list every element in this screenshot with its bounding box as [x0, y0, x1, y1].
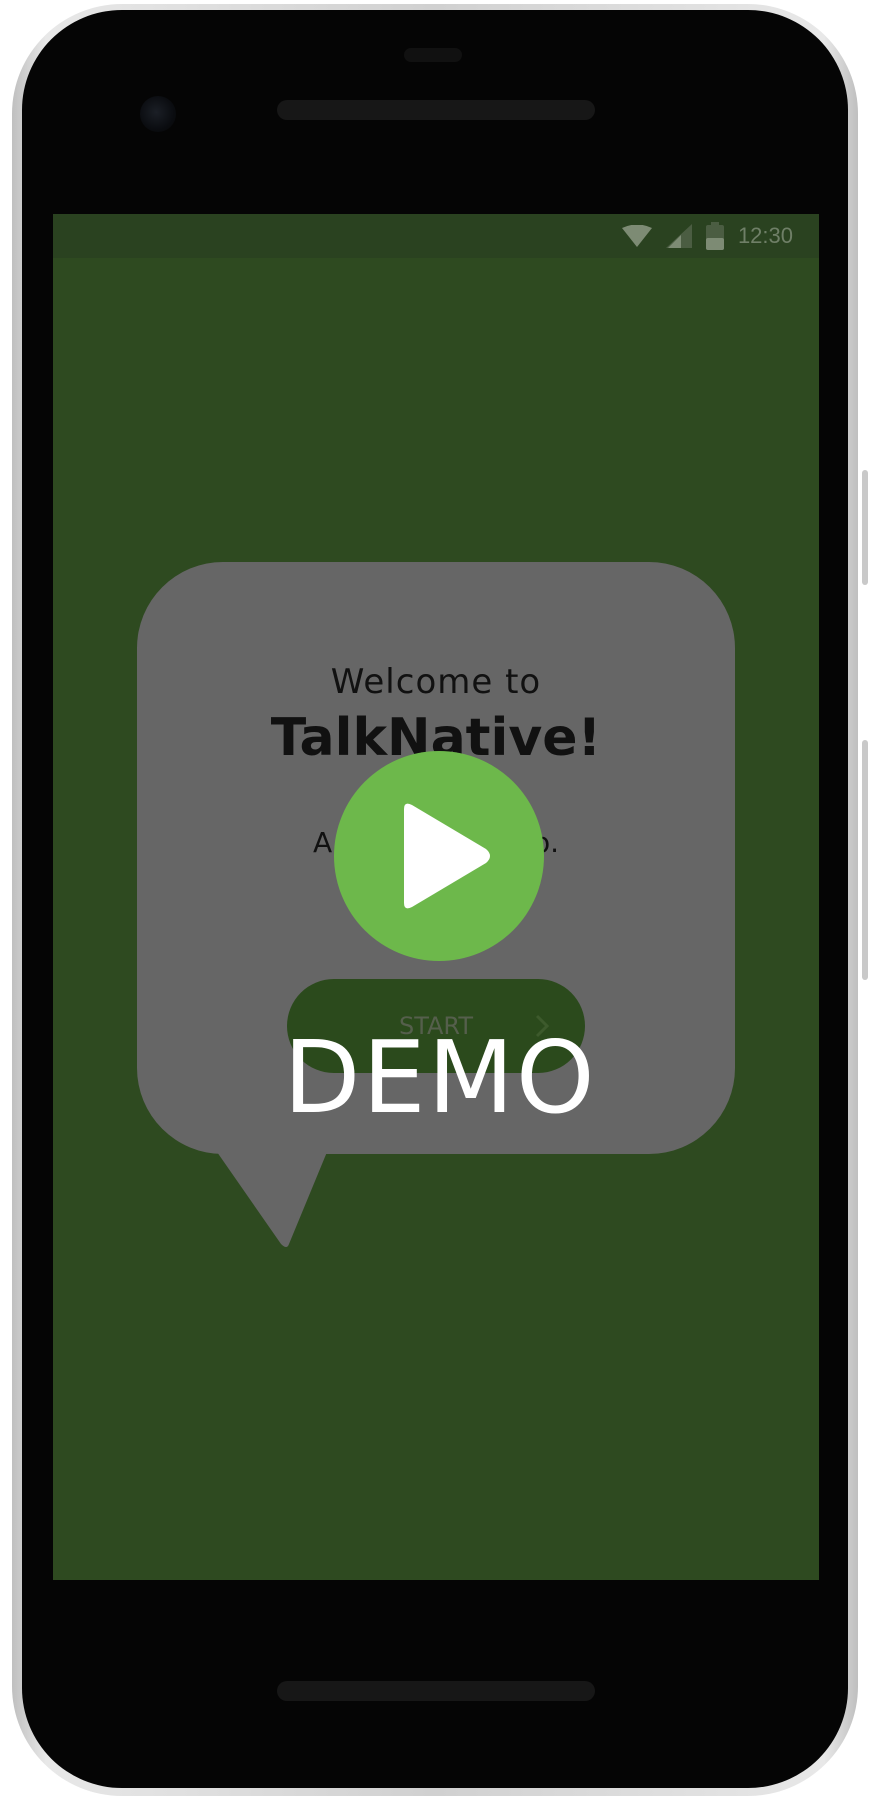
bubble-tail — [217, 1152, 327, 1247]
demo-label: DEMO — [283, 1019, 597, 1136]
top-speaker — [277, 100, 595, 120]
battery-icon — [705, 222, 724, 250]
front-camera — [140, 96, 176, 132]
welcome-heading: Welcome to — [330, 662, 542, 702]
status-bar: 12:30 — [53, 214, 819, 258]
play-button[interactable] — [334, 751, 544, 961]
status-icons: 12:30 — [621, 222, 793, 250]
wifi-icon — [621, 225, 652, 247]
power-button — [862, 470, 868, 585]
earpiece — [404, 48, 462, 62]
status-time: 12:30 — [737, 223, 793, 248]
bottom-speaker — [277, 1681, 595, 1701]
play-icon — [404, 803, 490, 909]
cellular-signal-icon — [665, 224, 692, 248]
volume-button — [862, 740, 868, 980]
demo-thumbnail: 12:30 Welcome to TalkNative! A more “ io… — [0, 0, 873, 1803]
